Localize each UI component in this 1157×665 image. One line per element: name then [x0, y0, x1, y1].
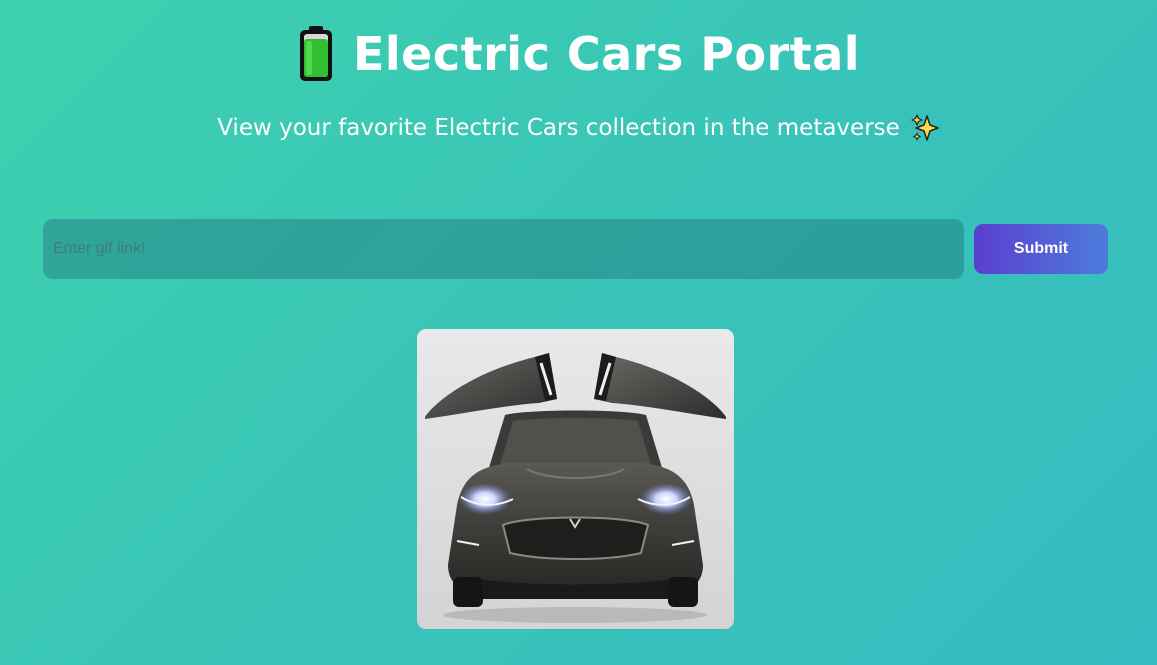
page-subtitle: View your favorite Electric Cars collect… [217, 115, 900, 141]
submit-button[interactable]: Submit [974, 224, 1108, 274]
page-title-row: Electric Cars Portal [297, 22, 860, 86]
gif-link-input[interactable] [43, 219, 964, 279]
page-title: Electric Cars Portal [352, 27, 861, 81]
page-header: Electric Cars Portal View your favorite … [0, 22, 1157, 143]
sparkles-icon [910, 113, 940, 143]
gif-item [417, 329, 734, 629]
page-subtitle-row: View your favorite Electric Cars collect… [217, 113, 940, 143]
electric-car-image [425, 353, 726, 623]
battery-icon [297, 25, 335, 83]
